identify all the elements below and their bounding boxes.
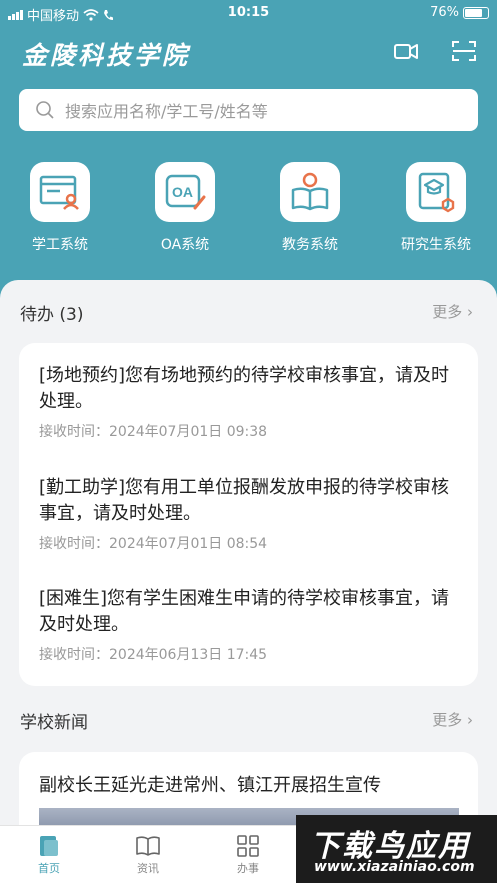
app-brand-title: 金陵科技学院	[22, 41, 191, 70]
todo-more-link[interactable]: 更多 ›	[432, 301, 473, 322]
news-more-link[interactable]: 更多 ›	[432, 709, 473, 730]
oa-icon: OA	[155, 162, 215, 222]
todo-time: 接收时间：2024年07月01日 09:38	[39, 424, 268, 440]
system-student-affairs[interactable]: 学工系统	[10, 162, 110, 254]
system-label: 研究生系统	[401, 237, 471, 253]
system-label: 学工系统	[32, 237, 88, 253]
todo-time: 接收时间：2024年07月01日 08:54	[39, 536, 268, 552]
clock: 10:15	[227, 5, 270, 20]
search-icon	[36, 101, 54, 119]
system-academic-affairs[interactable]: 教务系统	[260, 162, 360, 254]
graduate-icon	[406, 162, 466, 222]
battery-status: 76%	[430, 5, 489, 20]
chevron-right-icon: ›	[467, 711, 473, 729]
system-label: 教务系统	[282, 237, 338, 253]
todo-text: [场地预约]您有场地预约的待学校审核事宜，请及时处理。	[39, 365, 450, 412]
video-camera-icon[interactable]	[393, 40, 419, 62]
tab-services[interactable]: 办事	[213, 832, 283, 876]
news-headline: 副校长王延光走进常州、镇江开展招生宣传	[39, 775, 381, 796]
student-affairs-icon	[30, 162, 90, 222]
todo-card: [场地预约]您有场地预约的待学校审核事宜，请及时处理。 接收时间：2024年07…	[19, 343, 478, 686]
tab-home[interactable]: 首页	[14, 832, 84, 876]
system-graduate[interactable]: 研究生系统	[386, 162, 486, 254]
todo-section-title: 待办 (3)	[20, 305, 84, 325]
home-icon	[14, 832, 84, 860]
todo-item[interactable]: [困难生]您有学生困难生申请的待学校审核事宜，请及时处理。 接收时间：2024年…	[39, 586, 459, 664]
tab-label: 办事	[237, 862, 259, 875]
search-input[interactable]: 搜索应用名称/学工号/姓名等	[65, 98, 268, 122]
grid-icon	[213, 832, 283, 860]
todo-item[interactable]: [场地预约]您有场地预约的待学校审核事宜，请及时处理。 接收时间：2024年07…	[39, 363, 459, 441]
battery-icon	[463, 6, 489, 19]
todo-item[interactable]: [勤工助学]您有用工单位报酬发放申报的待学校审核事宜，请及时处理。 接收时间：2…	[39, 475, 459, 553]
watermark: 下载鸟应用 www.xiazainiao.com	[296, 815, 497, 883]
watermark-url: www.xiazainiao.com	[314, 859, 475, 875]
book-icon	[113, 832, 183, 860]
academic-affairs-icon	[280, 162, 340, 222]
system-oa[interactable]: OA OA系统	[135, 162, 235, 254]
tab-news[interactable]: 资讯	[113, 832, 183, 876]
news-section-title: 学校新闻	[20, 713, 88, 733]
todo-time: 接收时间：2024年06月13日 17:45	[39, 647, 268, 663]
tab-label: 资讯	[137, 862, 159, 875]
scan-icon[interactable]	[451, 40, 477, 62]
more-label: 更多	[432, 711, 463, 729]
system-label: OA系统	[160, 237, 210, 253]
status-bar: 中国移动 10:15 76%	[0, 0, 497, 26]
search-bar[interactable]: 搜索应用名称/学工号/姓名等	[19, 89, 478, 131]
todo-text: [勤工助学]您有用工单位报酬发放申报的待学校审核事宜，请及时处理。	[39, 477, 450, 524]
svg-text:OA: OA	[172, 184, 193, 200]
battery-percent: 76%	[430, 5, 459, 20]
chevron-right-icon: ›	[467, 303, 473, 321]
todo-text: [困难生]您有学生困难生申请的待学校审核事宜，请及时处理。	[39, 588, 450, 635]
tab-label: 首页	[38, 862, 60, 875]
more-label: 更多	[432, 303, 463, 321]
